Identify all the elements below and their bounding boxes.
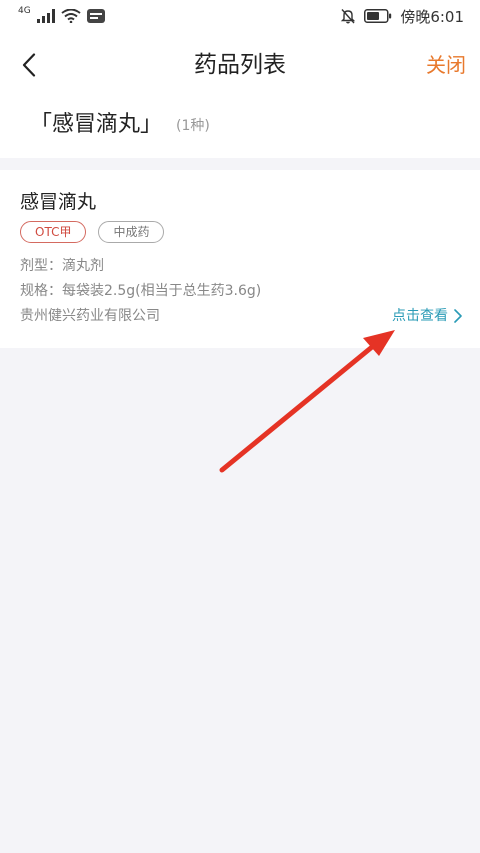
view-details-label: 点击查看 xyxy=(392,308,448,324)
specification: 规格：每袋装2.5g(相当于总生药3.6g) xyxy=(20,283,262,299)
drug-tags: OTC甲 中成药 xyxy=(20,221,165,243)
close-button[interactable]: 关闭 xyxy=(426,48,466,82)
status-left: 4G xyxy=(18,6,105,26)
status-right: 傍晚6:01 xyxy=(340,6,464,26)
result-count: (1种) xyxy=(176,118,210,134)
chevron-right-icon xyxy=(454,309,462,323)
status-bar: 4G 傍晚6:01 xyxy=(0,0,480,34)
search-summary: 「感冒滴丸」 (1种) xyxy=(0,96,480,158)
mute-bell-icon xyxy=(341,9,356,24)
manufacturer: 贵州健兴药业有限公司 xyxy=(20,308,160,324)
signal-icon xyxy=(36,9,55,23)
network-type: 4G xyxy=(18,6,31,16)
drug-card[interactable]: 感冒滴丸 OTC甲 中成药 剂型：滴丸剂 规格：每袋装2.5g(相当于总生药3.… xyxy=(0,170,480,348)
tcm-tag: 中成药 xyxy=(98,221,165,243)
dosage-form: 剂型：滴丸剂 xyxy=(20,258,104,274)
view-details-link[interactable]: 点击查看 xyxy=(392,306,462,326)
drug-heading: 「感冒滴丸」 xyxy=(30,112,163,137)
drug-name: 感冒滴丸 xyxy=(20,191,97,213)
wifi-icon xyxy=(61,9,81,23)
otc-tag: OTC甲 xyxy=(20,221,87,243)
battery-icon xyxy=(364,9,392,23)
status-time: 傍晚6:01 xyxy=(400,7,464,26)
nav-bar: 药品列表 关闭 xyxy=(0,34,480,96)
notification-app-icon xyxy=(86,9,105,23)
page-title: 药品列表 xyxy=(194,52,286,78)
